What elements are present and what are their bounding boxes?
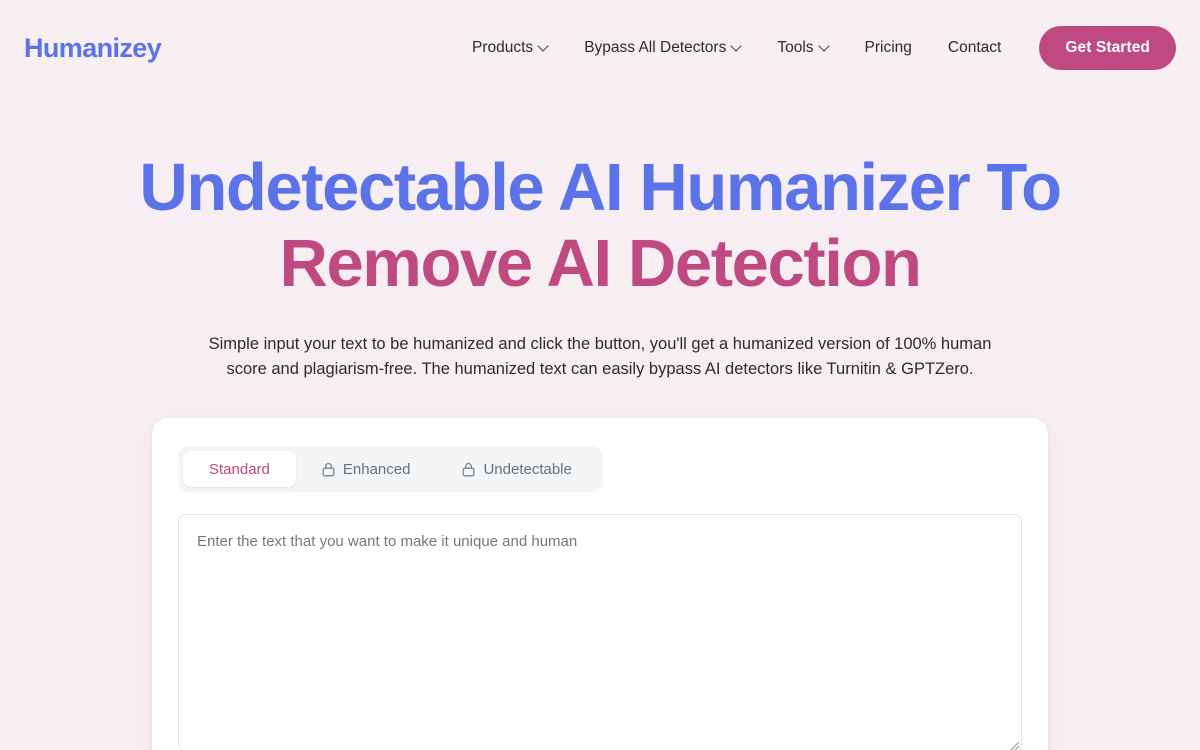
page-title: Undetectable AI Humanizer To Remove AI D… — [0, 150, 1200, 302]
page-title-line-2: Remove AI Detection — [279, 226, 921, 301]
lock-icon — [322, 462, 335, 477]
nav-item-tools[interactable]: Tools — [759, 32, 846, 64]
get-started-button[interactable]: Get Started — [1039, 26, 1176, 70]
tab-enhanced[interactable]: Enhanced — [296, 451, 437, 487]
nav-item-label: Bypass All Detectors — [584, 39, 727, 57]
tab-standard[interactable]: Standard — [183, 451, 296, 487]
nav-item-products[interactable]: Products — [454, 32, 566, 64]
hero-subtitle: Simple input your text to be humanized a… — [208, 335, 992, 378]
nav-item-label: Contact — [947, 39, 1002, 57]
site-header: Humanizey Products Bypass All Detectors … — [0, 0, 1200, 96]
tab-label: Standard — [209, 460, 270, 478]
nav-item-pricing[interactable]: Pricing — [847, 32, 930, 64]
tab-undetectable[interactable]: Undetectable — [436, 451, 597, 487]
mode-tab-group: Standard Enhanced Undetectable — [178, 446, 603, 492]
nav-item-label: Products — [472, 39, 534, 57]
tab-label: Enhanced — [342, 460, 411, 478]
nav-item-label: Tools — [777, 39, 814, 57]
hero-section: Undetectable AI Humanizer To Remove AI D… — [0, 150, 1200, 382]
nav-item-bypass-all-detectors[interactable]: Bypass All Detectors — [566, 32, 759, 64]
chevron-down-icon — [732, 42, 741, 51]
humanizer-tool-card: Standard Enhanced Undetectable Enter the… — [152, 418, 1048, 750]
editor-container — [178, 514, 1022, 750]
humanizer-text-input[interactable] — [178, 514, 1022, 750]
page-root: Humanizey Products Bypass All Detectors … — [0, 0, 1200, 750]
lock-icon — [462, 462, 475, 477]
chevron-down-icon — [539, 42, 548, 51]
page-title-line-1: Undetectable AI Humanizer To — [139, 150, 1062, 225]
main-navigation: Products Bypass All Detectors Tools Pric… — [454, 26, 1176, 70]
chevron-down-icon — [820, 42, 829, 51]
tab-label: Undetectable — [483, 460, 572, 478]
brand-logo[interactable]: Humanizey — [24, 34, 162, 62]
nav-item-contact[interactable]: Contact — [930, 32, 1019, 64]
nav-item-label: Pricing — [864, 39, 912, 57]
